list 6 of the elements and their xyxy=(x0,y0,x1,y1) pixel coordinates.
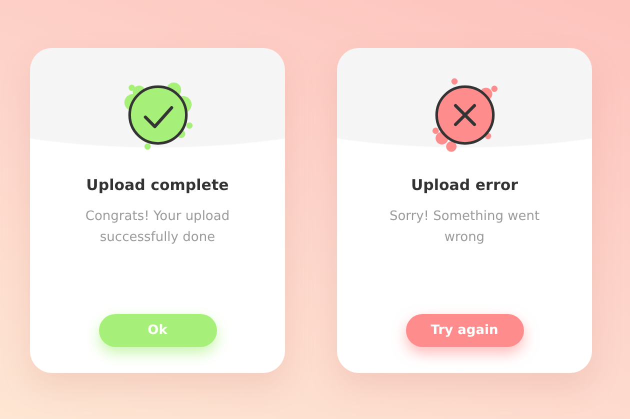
card-message: Sorry! Something went wrong xyxy=(388,208,541,247)
card-title: Upload complete xyxy=(86,176,229,194)
card-message: Congrats! Your upload successfully done xyxy=(84,208,231,247)
action-button[interactable]: Ok xyxy=(98,314,216,347)
action-button[interactable]: Try again xyxy=(406,314,524,347)
card-title: Upload error xyxy=(410,176,518,194)
